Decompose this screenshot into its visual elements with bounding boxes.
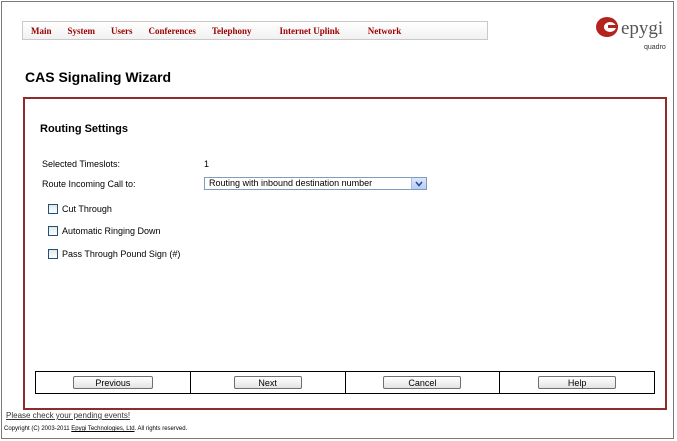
timeslots-label: Selected Timeslots: (42, 159, 121, 169)
automatic-ringing-down-checkbox[interactable] (48, 226, 58, 236)
nav-conferences[interactable]: Conferences (141, 26, 204, 36)
pending-events-link[interactable]: Please check your pending events! (6, 411, 130, 420)
copyright: Copyright (C) 2003-2011 Epygi Technologi… (4, 426, 187, 432)
pass-through-pound-row[interactable]: Pass Through Pound Sign (#) (48, 249, 180, 259)
route-select[interactable]: Routing with inbound destination number (204, 177, 427, 190)
top-nav: Main System Users Conferences Telephony … (22, 21, 488, 40)
route-label: Route Incoming Call to: (42, 179, 136, 189)
cut-through-label: Cut Through (62, 204, 112, 214)
route-select-value: Routing with inbound destination number (209, 178, 373, 188)
next-button[interactable]: Next (233, 376, 302, 389)
nav-network[interactable]: Network (360, 26, 410, 36)
logo-subtitle: quadro (644, 44, 666, 51)
cut-through-checkbox[interactable] (48, 204, 58, 214)
timeslots-value: 1 (204, 159, 210, 169)
automatic-ringing-down-row[interactable]: Automatic Ringing Down (48, 226, 161, 236)
button-cell: Previous (36, 372, 191, 393)
nav-main[interactable]: Main (23, 26, 60, 36)
copyright-suffix: . All rights reserved. (134, 426, 188, 432)
previous-button[interactable]: Previous (72, 376, 153, 389)
logo-text: epygi (621, 18, 663, 39)
copyright-prefix: Copyright (C) 2003-2011 (4, 426, 72, 432)
chevron-down-icon[interactable] (411, 178, 426, 189)
nav-telephony[interactable]: Telephony (204, 26, 272, 36)
section-title: Routing Settings (40, 123, 128, 135)
button-cell: Cancel (346, 372, 501, 393)
button-cell: Help (500, 372, 654, 393)
automatic-ringing-down-label: Automatic Ringing Down (62, 226, 161, 236)
nav-users[interactable]: Users (103, 26, 141, 36)
company-link[interactable]: Epygi Technologies, Ltd (71, 426, 134, 432)
button-cell: Next (191, 372, 346, 393)
wizard-panel: Routing Settings Selected Timeslots: 1 R… (23, 97, 667, 410)
help-button[interactable]: Help (538, 376, 617, 389)
pass-through-pound-label: Pass Through Pound Sign (#) (62, 249, 181, 259)
pass-through-pound-checkbox[interactable] (48, 249, 58, 259)
nav-system[interactable]: System (60, 26, 104, 36)
nav-internet-uplink[interactable]: Internet Uplink (272, 26, 360, 36)
cut-through-row[interactable]: Cut Through (48, 204, 112, 214)
cancel-button[interactable]: Cancel (383, 376, 462, 389)
button-bar: Previous Next Cancel Help (35, 371, 655, 394)
page-title: CAS Signaling Wizard (25, 69, 172, 85)
